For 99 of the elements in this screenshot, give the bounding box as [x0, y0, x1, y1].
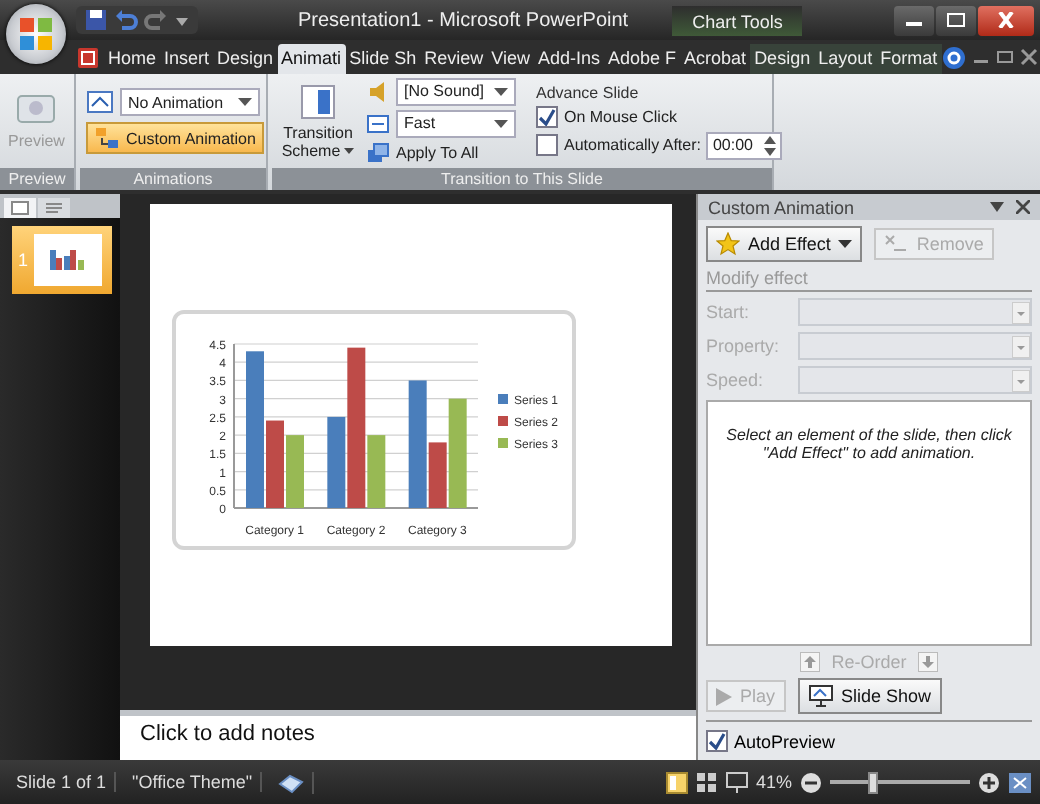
star-icon: [716, 232, 740, 256]
add-effect-button[interactable]: Add Effect: [706, 226, 863, 262]
legend-swatch: [497, 437, 507, 447]
slide-transition-icon: [298, 83, 338, 119]
help-icon[interactable]: [941, 45, 966, 69]
restore-button[interactable]: [936, 5, 976, 35]
play-icon: [716, 687, 732, 705]
caret-icon: [344, 147, 355, 154]
remove-icon: [884, 234, 909, 254]
dropdown-arrow-icon: [494, 87, 508, 95]
ribbon-tab[interactable]: Slide Sh: [345, 44, 421, 74]
field-label: Speed:: [706, 370, 766, 390]
checkbox[interactable]: [706, 730, 728, 752]
zoom-level[interactable]: 41%: [755, 772, 792, 792]
ribbon-tab[interactable]: Add-Ins: [533, 44, 604, 74]
slider-thumb[interactable]: [868, 771, 878, 793]
add-ins-icon[interactable]: [76, 45, 100, 69]
status-text: "Office Theme": [124, 772, 263, 792]
sound-icon: [366, 79, 390, 103]
close-icon[interactable]: [1019, 48, 1038, 66]
section-heading: Modify effect: [706, 268, 1032, 292]
dropdown-arrow-icon: [838, 240, 853, 248]
reorder-label: Re-Order: [831, 652, 907, 672]
dropdown-arrow-icon: [1012, 369, 1030, 391]
animation-dropdown[interactable]: No Animation: [120, 88, 260, 116]
office-logo: [16, 14, 56, 54]
field-label: Property:: [706, 336, 782, 356]
spinner-arrows-icon: [764, 135, 777, 155]
slide-show-icon: [807, 684, 834, 708]
ribbon-tab[interactable]: Design: [750, 44, 815, 74]
field-label: Start:: [706, 302, 752, 322]
dropdown-arrow-icon: [1012, 301, 1030, 323]
restore-icon[interactable]: [995, 48, 1014, 66]
status-text: Slide 1 of 1: [8, 772, 117, 792]
zoom-out-icon[interactable]: [800, 771, 822, 793]
slides-tab-icon: [10, 200, 30, 216]
apply-all-icon: [366, 141, 390, 165]
group-label: Animations: [80, 168, 266, 190]
slide-show-icon[interactable]: [725, 771, 748, 793]
custom-animation-icon: [94, 126, 120, 150]
pane-menu-icon[interactable]: [990, 202, 1004, 212]
ribbon-tab[interactable]: Insert: [160, 44, 214, 74]
fit-to-window-icon[interactable]: [1008, 771, 1032, 793]
ribbon-tab[interactable]: Animati: [277, 44, 346, 74]
checkbox-label: Automatically After:: [564, 136, 701, 154]
ribbon-tab[interactable]: Design: [213, 44, 278, 74]
legend-swatch: [497, 393, 507, 403]
move-up-icon[interactable]: [799, 652, 820, 672]
dropdown-arrow-icon: [238, 98, 252, 106]
preview-icon: [16, 92, 57, 128]
pane-tab[interactable]: [4, 198, 36, 218]
save-icon[interactable]: [84, 8, 108, 32]
zoom-in-icon[interactable]: [978, 771, 1000, 793]
minimize-button[interactable]: [894, 5, 934, 35]
ribbon-tab[interactable]: Layout: [814, 44, 877, 74]
time-spinner[interactable]: 00:00: [706, 131, 783, 159]
redo-icon[interactable]: [144, 8, 168, 32]
bar: [285, 434, 303, 507]
close-icon: [996, 12, 1016, 28]
sound-dropdown[interactable]: [No Sound]: [396, 77, 516, 105]
ribbon-tab[interactable]: Adobe F: [604, 44, 681, 74]
pane-tab[interactable]: [38, 198, 70, 218]
speed-icon: [366, 111, 390, 135]
apply-to-all-button[interactable]: Apply To All: [366, 141, 516, 165]
animation-list[interactable]: Select an element of the slide, then click "Add Effect" to add animation.: [706, 400, 1032, 646]
checkbox-label: AutoPreview: [734, 731, 836, 751]
checkbox[interactable]: [536, 134, 558, 156]
normal-view-icon[interactable]: [665, 771, 688, 793]
outline-tab-icon: [44, 200, 64, 216]
custom-animation-button[interactable]: Custom Animation: [86, 122, 264, 154]
move-down-icon[interactable]: [918, 652, 939, 672]
close-button[interactable]: [978, 5, 1034, 35]
pane-title: Custom Animation: [708, 197, 857, 217]
thumbnail-drawing: [34, 234, 103, 286]
speed-dropdown[interactable]: Fast: [396, 109, 516, 137]
contextual-tab-label: Chart Tools: [672, 5, 803, 35]
slide-show-button[interactable]: Slide Show: [797, 678, 942, 714]
dropdown-arrow-icon: [1012, 335, 1030, 357]
group-label: Transition to This Slide: [272, 168, 772, 190]
close-icon[interactable]: [1016, 200, 1030, 214]
legend-swatch: [497, 415, 507, 425]
transition-scheme-button[interactable]: Transition Scheme: [278, 81, 358, 161]
window-title: Presentation1 - Microsoft PowerPoint: [298, 9, 629, 31]
slide-number: 1: [18, 250, 29, 270]
checkbox[interactable]: [536, 105, 558, 127]
slide-sorter-icon[interactable]: [695, 771, 718, 793]
group-label: Preview: [0, 168, 74, 190]
notes-field[interactable]: Click to add notes: [120, 710, 696, 760]
section-heading: Advance Slide: [536, 83, 641, 101]
ribbon-tab[interactable]: Format: [876, 44, 942, 74]
animation-icon: [86, 90, 114, 114]
ribbon-tab[interactable]: View: [487, 44, 534, 74]
ribbon-tab[interactable]: Home: [104, 44, 161, 74]
ribbon-tab[interactable]: Acrobat: [680, 44, 751, 74]
list-message: Select an element of the slide, then click "Add Effect" to add animation.: [724, 426, 1014, 462]
ribbon-tab[interactable]: Review: [420, 44, 488, 74]
checkbox-label: On Mouse Click: [564, 107, 677, 125]
restore-icon: [946, 12, 966, 28]
dropdown-arrow-icon: [494, 119, 508, 127]
